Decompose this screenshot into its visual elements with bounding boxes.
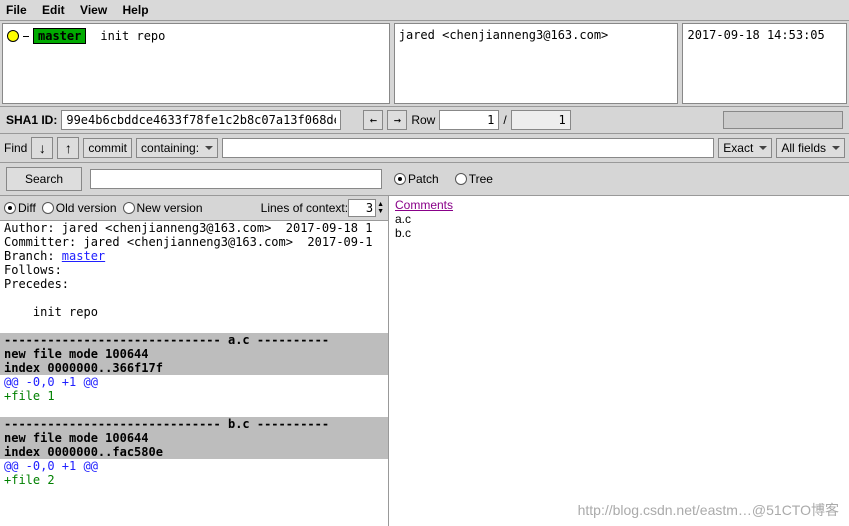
patch-radio[interactable]: Patch — [394, 172, 439, 186]
diff-author-line: Author: jared <chenjianneng3@163.com> 20… — [0, 221, 388, 235]
bottom-split: Diff Old version New version Lines of co… — [0, 196, 849, 526]
find-mode-dropdown[interactable]: commit — [83, 138, 132, 158]
diff-options-bar: Diff Old version New version Lines of co… — [0, 196, 388, 221]
find-sub-dropdown[interactable]: containing: — [136, 138, 218, 158]
file-a-index: index 0000000..366f17f — [0, 361, 388, 375]
file-item[interactable]: a.c — [395, 212, 843, 226]
find-bar: Find ↓ ↑ commit containing: Exact All fi… — [0, 134, 849, 163]
file-item[interactable]: b.c — [395, 226, 843, 240]
row-sep: / — [503, 113, 506, 127]
diff-committer-line: Committer: jared <chenjianneng3@163.com>… — [0, 235, 388, 249]
diff-radio[interactable]: Diff — [4, 201, 36, 215]
row-label: Row — [411, 113, 435, 127]
commit-node-icon — [7, 30, 19, 42]
nav-forward-button[interactable]: → — [387, 110, 407, 130]
graph-edge — [23, 36, 29, 37]
file-b-mode: new file mode 100644 — [0, 431, 388, 445]
spin-down-icon[interactable]: ▼ — [377, 208, 384, 215]
commit-list-row: master init repo jared <chenjianneng3@16… — [0, 21, 849, 107]
lines-of-context-spinner[interactable]: 3 — [348, 199, 376, 217]
progress-bar — [723, 111, 843, 129]
menu-view[interactable]: View — [80, 3, 107, 17]
file-b-add: +file 2 — [0, 473, 388, 487]
diff-precedes: Precedes: — [0, 277, 388, 291]
search-input[interactable] — [90, 169, 382, 189]
date-pane[interactable]: 2017-09-18 14:53:05 — [682, 23, 847, 104]
sha-bar: SHA1 ID: ← → Row / — [0, 107, 849, 134]
author-pane[interactable]: jared <chenjianneng3@163.com> — [394, 23, 679, 104]
diff-panel: Diff Old version New version Lines of co… — [0, 196, 388, 526]
find-input[interactable] — [222, 138, 714, 158]
new-version-radio[interactable]: New version — [123, 201, 203, 215]
menu-edit[interactable]: Edit — [42, 3, 65, 17]
commit-message: init repo — [100, 29, 165, 43]
lines-of-context-label: Lines of context: — [261, 201, 348, 215]
find-prev-button[interactable]: ↑ — [57, 137, 79, 159]
row-total — [511, 110, 571, 130]
menu-help[interactable]: Help — [123, 3, 149, 17]
author-text: jared <chenjianneng3@163.com> — [399, 28, 609, 42]
file-b-header: ------------------------------ b.c -----… — [0, 417, 388, 431]
diff-text[interactable]: Author: jared <chenjianneng3@163.com> 20… — [0, 221, 388, 526]
sha-label: SHA1 ID: — [6, 113, 57, 127]
file-a-hunk: @@ -0,0 +1 @@ — [0, 375, 388, 389]
old-version-radio[interactable]: Old version — [42, 201, 117, 215]
diff-branch-line: Branch: master — [0, 249, 388, 263]
date-text: 2017-09-18 14:53:05 — [687, 28, 824, 42]
commit-pane[interactable]: master init repo — [2, 23, 390, 104]
menubar: File Edit View Help — [0, 0, 849, 21]
find-next-button[interactable]: ↓ — [31, 137, 53, 159]
row-current[interactable] — [439, 110, 499, 130]
find-label: Find — [4, 141, 27, 155]
comments-link[interactable]: Comments — [395, 198, 843, 212]
branch-link[interactable]: master — [62, 249, 105, 263]
sha-input[interactable] — [61, 110, 341, 130]
tree-radio[interactable]: Tree — [455, 172, 493, 186]
nav-back-button[interactable]: ← — [363, 110, 383, 130]
search-button[interactable]: Search — [6, 167, 82, 191]
file-b-hunk: @@ -0,0 +1 @@ — [0, 459, 388, 473]
diff-commit-msg: init repo — [0, 305, 388, 319]
file-list-panel: Comments a.c b.c — [388, 196, 849, 526]
file-a-add: +file 1 — [0, 389, 388, 403]
file-b-index: index 0000000..fac580e — [0, 445, 388, 459]
file-a-header: ------------------------------ a.c -----… — [0, 333, 388, 347]
find-fields-dropdown[interactable]: All fields — [776, 138, 845, 158]
branch-tag[interactable]: master — [33, 28, 86, 44]
file-a-mode: new file mode 100644 — [0, 347, 388, 361]
file-list[interactable]: Comments a.c b.c — [389, 196, 849, 526]
search-patch-row: Search Patch Tree — [0, 163, 849, 196]
diff-follows: Follows: — [0, 263, 388, 277]
menu-file[interactable]: File — [6, 3, 27, 17]
find-match-dropdown[interactable]: Exact — [718, 138, 772, 158]
spin-up-icon[interactable]: ▲ — [377, 201, 384, 208]
